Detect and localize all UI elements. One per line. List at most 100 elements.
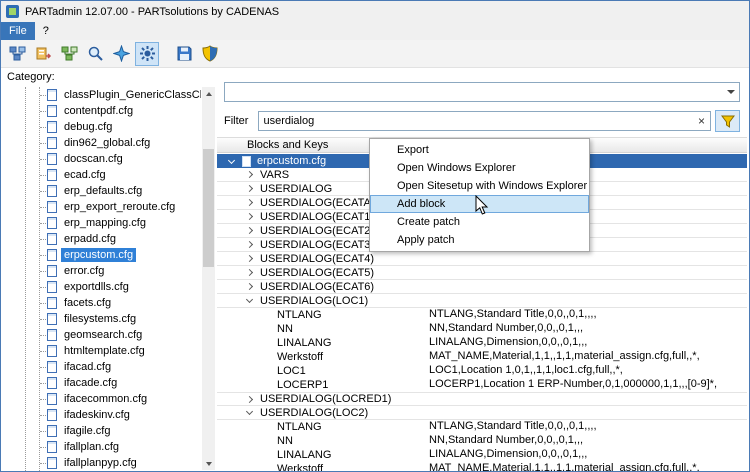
scroll-up-icon[interactable] — [202, 87, 215, 100]
category-item[interactable]: ifadeskinv.cfg — [1, 407, 201, 423]
key-row[interactable]: NN NN,Standard Number,0,0,,0,1,,, — [217, 322, 747, 336]
category-item[interactable]: classPlugin_GenericClassChe — [1, 87, 201, 103]
category-item[interactable]: docscan.cfg — [1, 151, 201, 167]
category-item[interactable]: erp_mapping.cfg — [1, 215, 201, 231]
expand-icon[interactable] — [245, 212, 254, 221]
row-value: MAT_NAME,Material,1,1,,1,1,material_assi… — [429, 350, 700, 362]
category-item[interactable]: contentpdf.cfg — [1, 103, 201, 119]
block-row[interactable]: USERDIALOG(ECAT4) — [217, 252, 747, 266]
filter-button[interactable] — [715, 110, 740, 132]
row-label: erpcustom.cfg — [257, 155, 327, 167]
row-value: LINALANG,Dimension,0,0,,0,1,,, — [429, 336, 588, 348]
category-item[interactable]: ifacade.cfg — [1, 375, 201, 391]
key-row[interactable]: LOCERP1 LOCERP1,Location 1 ERP-Number,0,1… — [217, 378, 747, 392]
category-item[interactable]: ifallplan.cfg — [1, 439, 201, 455]
category-item[interactable]: facets.cfg — [1, 295, 201, 311]
category-item[interactable]: htmltemplate.cfg — [1, 343, 201, 359]
row-label: LINALANG — [277, 449, 332, 461]
key-row[interactable]: NTLANG NTLANG,Standard Title,0,0,,0,1,,,, — [217, 308, 747, 322]
category-item[interactable]: ifagile.cfg — [1, 423, 201, 439]
row-label: USERDIALOG(ECAT2) — [260, 224, 375, 237]
collapse-icon[interactable] — [227, 156, 236, 164]
block-row[interactable]: USERDIALOG(ECAT5) — [217, 266, 747, 280]
category-item[interactable]: erp_export_reroute.cfg — [1, 199, 201, 215]
expand-icon[interactable] — [245, 240, 254, 249]
category-item[interactable]: debug.cfg — [1, 119, 201, 135]
category-item-label: erp_mapping.cfg — [64, 217, 146, 229]
admin-shield-icon[interactable] — [198, 42, 222, 66]
row-label: USERDIALOG(ECAT3) — [260, 238, 375, 251]
row-label: LOC1 — [277, 365, 306, 377]
category-item[interactable]: ifacecommon.cfg — [1, 391, 201, 407]
category-item-label: erpcustom.cfg — [61, 248, 137, 262]
wizard-icon[interactable] — [109, 42, 133, 66]
structure-icon[interactable] — [57, 42, 81, 66]
key-row[interactable]: NN NN,Standard Number,0,0,,0,1,,, — [217, 434, 747, 448]
expand-icon[interactable] — [245, 170, 254, 179]
chevron-down-icon[interactable] — [722, 83, 739, 101]
search-icon[interactable] — [83, 42, 107, 66]
menu-item-file[interactable]: File — [1, 22, 35, 40]
context-menu-item-open-sitesetup-with-windows-explorer[interactable]: Open Sitesetup with Windows Explorer — [370, 177, 589, 195]
clear-filter-icon[interactable]: × — [698, 114, 705, 128]
blocks-header-label: Blocks and Keys — [247, 139, 329, 151]
config-file-icon — [47, 297, 57, 309]
block-row[interactable]: USERDIALOG(ECAT6) — [217, 280, 747, 294]
key-row[interactable]: LOC1 LOC1,Location 1,0,1,,1,1,loc1.cfg,fu… — [217, 364, 747, 378]
config-file-icon — [47, 329, 57, 341]
category-item[interactable]: error.cfg — [1, 263, 201, 279]
category-item[interactable]: exportdlls.cfg — [1, 279, 201, 295]
row-label: USERDIALOG(LOC2) — [260, 406, 369, 419]
category-item[interactable]: erpadd.cfg — [1, 231, 201, 247]
category-item[interactable]: din962_global.cfg — [1, 135, 201, 151]
key-row[interactable]: LINALANG LINALANG,Dimension,0,0,,0,1,,, — [217, 336, 747, 350]
category-item[interactable]: geomsearch.cfg — [1, 327, 201, 343]
category-item[interactable]: ifallplanpyp.cfg — [1, 455, 201, 471]
key-row[interactable]: Werkstoff MAT_NAME,Material,1,1,,1,1,mate… — [217, 350, 747, 364]
category-item[interactable]: erpcustom.cfg — [1, 247, 201, 263]
row-label: VARS — [260, 168, 290, 181]
config-file-icon — [47, 233, 57, 245]
category-combobox[interactable] — [224, 82, 740, 102]
context-menu-item-create-patch[interactable]: Create patch — [370, 213, 589, 231]
category-item-label: exportdlls.cfg — [64, 281, 129, 293]
context-menu-item-export[interactable]: Export — [370, 141, 589, 159]
config-file-icon — [47, 361, 57, 373]
context-menu-item-open-windows-explorer[interactable]: Open Windows Explorer — [370, 159, 589, 177]
expand-icon[interactable] — [245, 395, 254, 403]
key-row[interactable]: NTLANG NTLANG,Standard Title,0,0,,0,1,,,, — [217, 420, 747, 434]
block-row[interactable]: USERDIALOG(LOC1) — [217, 294, 747, 308]
block-row[interactable]: USERDIALOG(LOC2) — [217, 406, 747, 420]
expand-icon[interactable] — [245, 226, 254, 235]
save-icon[interactable] — [172, 42, 196, 66]
category-item[interactable]: erp_defaults.cfg — [1, 183, 201, 199]
index-tree-icon[interactable] — [5, 42, 29, 66]
category-tree: classPlugin_GenericClassChe contentpdf.cf… — [1, 87, 201, 471]
expand-icon[interactable] — [245, 184, 254, 193]
menu-item-help[interactable]: ? — [35, 22, 57, 40]
category-item-label: geomsearch.cfg — [64, 329, 143, 341]
config-file-icon — [47, 185, 57, 197]
category-item[interactable]: ecad.cfg — [1, 167, 201, 183]
expand-icon[interactable] — [245, 282, 254, 291]
config-file-icon — [47, 217, 57, 229]
configuration-icon[interactable] — [135, 41, 159, 66]
expand-icon[interactable] — [245, 254, 254, 263]
category-item-label: ecad.cfg — [64, 169, 106, 181]
expand-icon[interactable] — [245, 268, 254, 277]
collapse-icon[interactable] — [245, 407, 254, 416]
key-row[interactable]: Werkstoff MAT_NAME,Material,1,1,,1,1,mate… — [217, 462, 747, 471]
expand-icon[interactable] — [245, 198, 254, 207]
catalog-transfer-icon[interactable] — [31, 42, 55, 66]
category-item[interactable]: filesystems.cfg — [1, 311, 201, 327]
scroll-down-icon[interactable] — [202, 457, 215, 470]
collapse-icon[interactable] — [245, 295, 254, 304]
category-scrollbar[interactable] — [202, 87, 215, 470]
category-item[interactable]: ifacad.cfg — [1, 359, 201, 375]
context-menu-item-add-block[interactable]: Add block — [370, 195, 589, 213]
context-menu-item-apply-patch[interactable]: Apply patch — [370, 231, 589, 249]
block-row[interactable]: USERDIALOG(LOCRED1) — [217, 392, 747, 406]
filter-input[interactable] — [259, 112, 710, 130]
key-row[interactable]: LINALANG LINALANG,Dimension,0,0,,0,1,,, — [217, 448, 747, 462]
scrollbar-thumb[interactable] — [203, 149, 214, 267]
